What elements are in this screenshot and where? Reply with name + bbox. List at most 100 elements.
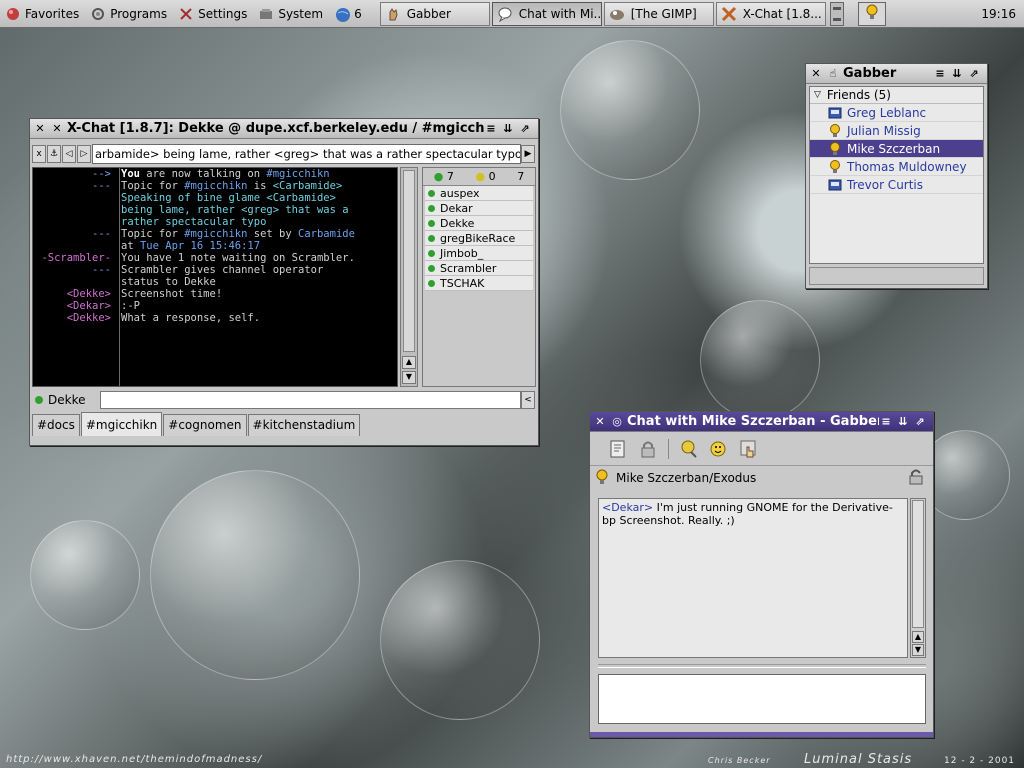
scroll-up-icon[interactable]: ▲ — [402, 356, 416, 369]
background-bubble — [380, 560, 540, 720]
pager-applet[interactable] — [829, 1, 844, 26]
expand-triangle-icon[interactable]: ▽ — [814, 90, 821, 100]
menu-label: System — [278, 6, 324, 21]
topic-field[interactable]: arbamide> being lame, rather <greg> that… — [92, 144, 521, 164]
message-line: status to Dekke — [33, 276, 397, 288]
close-icon[interactable]: ✕ — [593, 415, 607, 429]
scroll-down-icon[interactable]: ▼ — [912, 644, 924, 656]
message-input[interactable] — [598, 674, 926, 724]
lock-icon[interactable] — [638, 439, 658, 459]
shade-icon[interactable]: ≡ — [484, 122, 498, 136]
message-segment: being lame, rather <greg> that was a — [121, 204, 349, 216]
op-status-icon — [428, 249, 435, 257]
contact-item[interactable]: Mike Szczerban — [810, 140, 983, 158]
message-nick: --- — [92, 228, 111, 240]
close-icon[interactable]: ✕ — [809, 67, 823, 81]
close-icon[interactable]: ✕ — [33, 122, 47, 136]
pager-cell — [832, 17, 841, 21]
gabber-titlebar[interactable]: ✕ ☝ Gabber ≡ ⇊ ⇗ — [806, 64, 987, 84]
system-icon — [259, 7, 273, 21]
topic-left-button[interactable]: ◁ — [62, 145, 76, 163]
status-bar[interactable] — [809, 267, 984, 285]
contact-name: Mike Szczerban — [847, 141, 941, 156]
contact-item[interactable]: Trevor Curtis — [810, 176, 983, 194]
message-line: --- Topic for #mgicchikn set by Carbamide — [33, 228, 397, 240]
user-info-icon[interactable] — [679, 439, 699, 459]
nick-button[interactable]: Dekke — [48, 393, 100, 407]
user-name: gregBikeRace — [440, 231, 516, 245]
user-name: auspex — [440, 186, 480, 200]
total-count: 7 — [517, 170, 525, 183]
nick-complete-button[interactable]: < — [521, 391, 535, 409]
user-list-item[interactable]: TSCHAK — [425, 276, 533, 291]
channel-tab[interactable]: #kitchenstadium — [247, 414, 361, 436]
channel-tab[interactable]: #mgicchikn — [80, 412, 163, 436]
user-list-item[interactable]: Dekke — [425, 216, 533, 231]
encryption-lock-icon[interactable] — [907, 468, 927, 489]
user-list-item[interactable]: Scrambler — [425, 261, 533, 276]
op-status-icon — [428, 204, 435, 212]
contact-item[interactable]: Greg Leblanc — [810, 104, 983, 122]
channel-tab[interactable]: #cognomen — [163, 414, 247, 436]
background-bubble — [560, 40, 700, 180]
close-tab-button[interactable]: x — [32, 145, 46, 163]
history-icon[interactable] — [608, 439, 628, 459]
chat-scrollbar[interactable]: ▲ ▼ — [910, 498, 926, 658]
contact-item[interactable]: Julian Missig — [810, 122, 983, 140]
xchat-titlebar[interactable]: ✕ ✕ X-Chat [1.8.7]: Dekke @ dupe.xcf.ber… — [30, 119, 538, 139]
roster-group[interactable]: ▽ Friends (5) — [810, 87, 983, 104]
maximize-icon[interactable]: ⇗ — [967, 67, 981, 81]
menu-settings[interactable]: Settings — [173, 0, 253, 28]
pane-splitter[interactable] — [598, 664, 926, 668]
channel-tab[interactable]: #docs — [32, 414, 80, 436]
scroll-thumb[interactable] — [912, 500, 924, 628]
task-gabber[interactable]: Gabber — [379, 1, 490, 26]
link-button[interactable]: ⚓ — [47, 145, 61, 163]
message-segment: #mgicchikn — [184, 228, 248, 240]
hand-icon[interactable]: ☝ — [826, 67, 840, 81]
user-list-item[interactable]: auspex — [425, 186, 533, 201]
topic-scroll-button[interactable]: ▶ — [521, 145, 535, 163]
task-gimp[interactable]: [The GIMP] — [603, 1, 714, 26]
minimize-icon[interactable]: ⇊ — [501, 122, 515, 136]
scroll-up-icon[interactable]: ▲ — [912, 631, 924, 643]
gabber-status-applet[interactable] — [857, 1, 886, 26]
scroll-thumb[interactable] — [403, 170, 415, 352]
emoticon-icon[interactable] — [709, 439, 729, 459]
task-chat[interactable]: Chat with Mi... — [491, 1, 602, 26]
maximize-icon[interactable]: ⇗ — [518, 122, 532, 136]
task-xchat[interactable]: X-Chat [1.8... — [715, 1, 826, 26]
minimize-icon[interactable]: ⇊ — [950, 67, 964, 81]
menu-label: Programs — [110, 6, 168, 21]
menu-icon[interactable]: ✕ — [50, 122, 64, 136]
topic-right-button[interactable]: ▷ — [77, 145, 91, 163]
background-bubble — [700, 300, 820, 420]
pointer-hand-icon[interactable] — [739, 439, 759, 459]
scroll-down-icon[interactable]: ▼ — [402, 371, 416, 384]
menu-favorites[interactable]: Favorites — [0, 0, 85, 28]
menu-system[interactable]: System — [253, 0, 329, 28]
clock[interactable]: 19:16 — [981, 7, 1024, 21]
wallpaper-theme: Luminal Stasis — [804, 752, 913, 767]
user-list-item[interactable]: gregBikeRace — [425, 231, 533, 246]
message-input[interactable] — [100, 391, 521, 409]
message-segment: <Carbamide> — [272, 180, 343, 192]
chat-titlebar[interactable]: ✕ ◎ Chat with Mike Szczerban - Gabber ≡ … — [590, 412, 933, 432]
lightbulb-icon — [866, 4, 878, 23]
menu-programs[interactable]: Programs — [85, 0, 173, 28]
message-segment: Screenshot time! — [121, 288, 223, 300]
chat-bubble-icon[interactable]: ◎ — [610, 415, 624, 429]
contact-item[interactable]: Thomas Muldowney — [810, 158, 983, 176]
message-line: <Dekar>:-P — [33, 300, 397, 312]
chat-text-area[interactable]: --> You are now talking on #mgicchikn --- T… — [32, 167, 398, 387]
chat-scrollbar[interactable]: ▲ ▼ — [400, 167, 418, 387]
chat-history[interactable]: <Dekar> I'm just running GNOME for the D… — [598, 498, 908, 658]
maximize-icon[interactable]: ⇗ — [913, 415, 927, 429]
shade-icon[interactable]: ≡ — [933, 67, 947, 81]
minimize-icon[interactable]: ⇊ — [896, 415, 910, 429]
workspace-switcher[interactable]: 6 — [329, 0, 368, 28]
user-list-item[interactable]: Jimbob_ — [425, 246, 533, 261]
shade-icon[interactable]: ≡ — [879, 415, 893, 429]
pager-cell — [832, 6, 841, 10]
user-list-item[interactable]: Dekar — [425, 201, 533, 216]
